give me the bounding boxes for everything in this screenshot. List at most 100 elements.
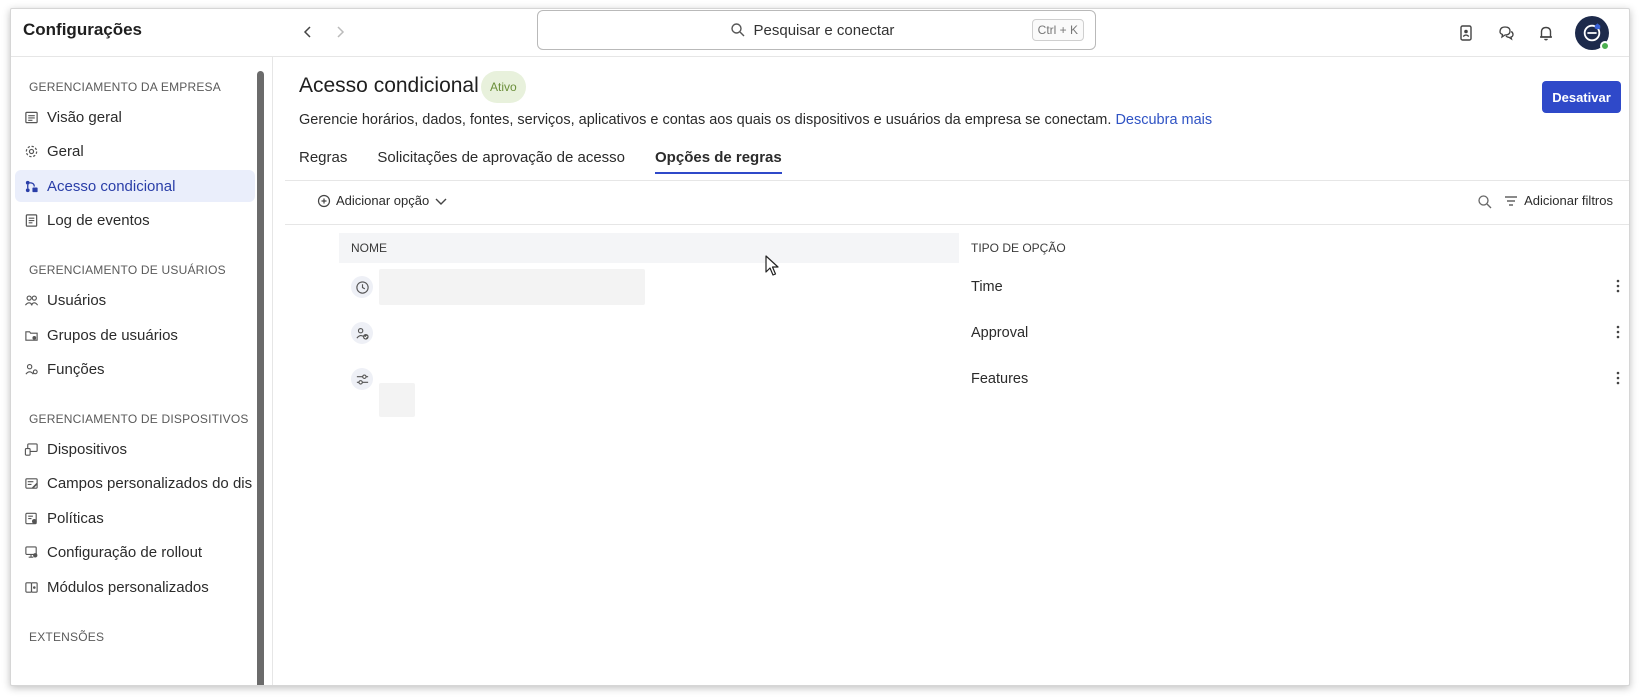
main-content: Acesso condicional Ativo Gerencie horári… xyxy=(285,57,1629,685)
approval-icon xyxy=(351,322,373,344)
status-badge: Ativo xyxy=(481,71,526,103)
conditional-access-icon xyxy=(23,178,39,194)
row-menu-button[interactable] xyxy=(1613,369,1623,387)
settings-window: Configurações Ctrl + K xyxy=(10,8,1630,686)
sidebar-item-policies[interactable]: Políticas xyxy=(15,502,255,534)
chat-bubbles-icon xyxy=(1499,26,1514,41)
sidebar-item-label: Acesso condicional xyxy=(47,177,176,195)
sidebar-item-label: Configuração de rollout xyxy=(47,543,203,561)
kebab-menu-icon xyxy=(1616,279,1620,293)
sidebar-item-event-log[interactable]: Log de eventos xyxy=(15,204,255,236)
redacted-name xyxy=(379,383,415,417)
add-option-button[interactable]: Adicionar opção xyxy=(317,193,448,208)
sidebar-section-company: GERENCIAMENTO DA EMPRESA xyxy=(29,80,221,94)
kebab-menu-icon xyxy=(1616,371,1620,385)
column-header-name[interactable]: NOME xyxy=(339,233,959,263)
sidebar-item-roles[interactable]: Funções xyxy=(15,353,255,385)
search-input[interactable] xyxy=(753,21,904,39)
table-header: NOME TIPO DE OPÇÃO xyxy=(339,233,1629,263)
sidebar-item-label: Usuários xyxy=(47,291,107,309)
user-avatar-icon xyxy=(1583,23,1601,42)
global-search[interactable]: Ctrl + K xyxy=(537,10,1096,50)
top-actions xyxy=(1455,16,1610,51)
sidebar-item-label: Módulos personalizados xyxy=(47,578,209,596)
gear-icon xyxy=(23,143,39,159)
options-toolbar: Adicionar opção Adicionar filtros xyxy=(285,181,1629,225)
page-description-text: Gerencie horários, dados, fontes, serviç… xyxy=(299,112,1112,128)
option-type: Features xyxy=(971,371,1029,387)
column-header-option-type[interactable]: TIPO DE OPÇÃO xyxy=(959,233,1066,263)
table-row[interactable]: Approval xyxy=(339,309,1629,355)
tab-rule-options[interactable]: Opções de regras xyxy=(655,149,782,174)
redacted-name xyxy=(379,269,645,305)
tab-access-approval-requests[interactable]: Solicitações de aprovação de acesso xyxy=(377,149,625,174)
back-button[interactable] xyxy=(298,21,318,43)
top-bar: Configurações Ctrl + K xyxy=(11,9,1629,57)
notifications-button[interactable] xyxy=(1535,22,1557,44)
tab-rules[interactable]: Regras xyxy=(299,149,347,174)
sidebar-item-rollout-config[interactable]: Configuração de rollout xyxy=(15,536,255,568)
sidebar-item-general[interactable]: Geral xyxy=(15,135,255,167)
contacts-button[interactable] xyxy=(1455,22,1477,44)
row-menu-button[interactable] xyxy=(1613,323,1623,341)
forward-button[interactable] xyxy=(330,21,350,43)
sidebar-item-users[interactable]: Usuários xyxy=(15,284,255,316)
chevron-left-icon xyxy=(303,26,311,38)
features-icon xyxy=(351,368,373,390)
search-icon xyxy=(730,23,744,37)
contact-book-icon xyxy=(1460,25,1472,41)
chat-button[interactable] xyxy=(1495,22,1517,44)
sidebar-item-label: Log de eventos xyxy=(47,211,150,229)
table-row[interactable]: Time xyxy=(339,263,1629,309)
sidebar-item-label: Grupos de usuários xyxy=(47,326,178,344)
roles-icon xyxy=(23,361,39,377)
policies-icon xyxy=(23,510,39,526)
add-filters-label: Adicionar filtros xyxy=(1524,193,1613,208)
sidebar-item-label: Políticas xyxy=(47,509,104,527)
tab-bar: Regras Solicitações de aprovação de aces… xyxy=(299,149,812,174)
sidebar-item-custom-fields[interactable]: Campos personalizados do dis xyxy=(15,467,255,499)
bell-icon xyxy=(1540,26,1552,41)
add-option-label: Adicionar opção xyxy=(336,193,430,208)
sidebar-item-label: Visão geral xyxy=(47,108,122,126)
devices-icon xyxy=(23,441,39,457)
sidebar-item-user-groups[interactable]: Grupos de usuários xyxy=(15,319,255,351)
search-shortcut-hint: Ctrl + K xyxy=(1031,19,1084,41)
deactivate-button[interactable]: Desativar xyxy=(1542,81,1621,113)
sidebar-section-extensions: EXTENSÕES xyxy=(29,630,105,644)
avatar[interactable] xyxy=(1575,16,1610,51)
chevron-down-icon xyxy=(435,198,447,205)
sidebar-item-label: Geral xyxy=(47,142,84,160)
chevron-right-icon xyxy=(337,26,345,38)
sidebar-item-label: Funções xyxy=(47,360,105,378)
custom-fields-icon xyxy=(23,475,39,491)
sidebar-item-devices[interactable]: Dispositivos xyxy=(15,433,255,465)
sidebar-item-overview[interactable]: Visão geral xyxy=(15,101,255,133)
sidebar-scrollbar[interactable] xyxy=(257,71,264,685)
sidebar-item-label: Dispositivos xyxy=(47,440,128,458)
option-type: Approval xyxy=(971,325,1029,341)
rollout-icon xyxy=(23,544,39,560)
custom-modules-icon xyxy=(23,579,39,595)
filter-icon xyxy=(1505,195,1518,206)
plus-circle-icon xyxy=(317,194,331,207)
history-navigation xyxy=(298,21,350,43)
row-menu-button[interactable] xyxy=(1613,277,1623,295)
page-title: Acesso condicional xyxy=(299,74,479,97)
online-status-dot xyxy=(1600,41,1610,51)
page-description: Gerencie horários, dados, fontes, serviç… xyxy=(299,112,1212,128)
add-filters-button[interactable]: Adicionar filtros xyxy=(1504,193,1613,208)
event-log-icon xyxy=(23,212,39,228)
sidebar-item-conditional-access[interactable]: Acesso condicional xyxy=(15,170,255,202)
sidebar-item-custom-modules[interactable]: Módulos personalizados xyxy=(15,571,255,603)
app-title: Configurações xyxy=(23,20,143,39)
user-groups-icon xyxy=(23,327,39,343)
mouse-cursor-icon xyxy=(765,255,779,276)
table-row[interactable]: Features xyxy=(339,355,1629,417)
sidebar-item-label: Campos personalizados do dis xyxy=(47,474,253,492)
learn-more-link[interactable]: Descubra mais xyxy=(1115,112,1212,128)
kebab-menu-icon xyxy=(1616,325,1620,339)
users-icon xyxy=(23,292,39,308)
overview-icon xyxy=(23,109,39,125)
search-icon[interactable] xyxy=(1477,194,1493,210)
